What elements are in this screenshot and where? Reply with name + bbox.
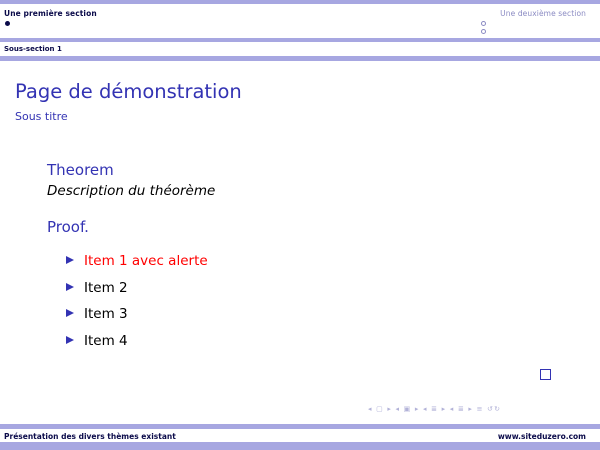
triangle-bullet-icon bbox=[66, 283, 74, 291]
list-item: Item 1 avec alerte bbox=[66, 253, 208, 269]
subsection-divider bbox=[0, 56, 600, 61]
section-2-bullet-hollow[interactable] bbox=[481, 21, 486, 26]
theorem-title: Theorem bbox=[47, 161, 114, 179]
qed-square-icon bbox=[540, 369, 551, 380]
list-item-label: Item 4 bbox=[84, 333, 128, 349]
section-link-1[interactable]: Une première section bbox=[4, 9, 97, 18]
list-item-label: Item 3 bbox=[84, 306, 128, 322]
triangle-bullet-icon bbox=[66, 256, 74, 264]
triangle-bullet-icon bbox=[66, 336, 74, 344]
section-2-bullet-hollow[interactable] bbox=[481, 29, 486, 34]
proof-title: Proof. bbox=[47, 218, 89, 236]
list-item-label: Item 1 avec alerte bbox=[84, 253, 208, 269]
list-item: Item 2 bbox=[66, 280, 128, 296]
subsection-link[interactable]: Sous-section 1 bbox=[4, 45, 62, 53]
footer-bottom-rule bbox=[0, 442, 600, 450]
section-link-2[interactable]: Une deuxième section bbox=[500, 9, 586, 18]
theorem-body: Description du théorème bbox=[47, 183, 216, 199]
triangle-bullet-icon bbox=[66, 309, 74, 317]
list-item: Item 4 bbox=[66, 333, 128, 349]
list-item-label: Item 2 bbox=[84, 280, 128, 296]
section-1-bullet-filled[interactable] bbox=[5, 21, 10, 26]
frame-title: Page de démonstration bbox=[15, 80, 242, 103]
subsection-bar bbox=[0, 42, 600, 56]
footer-website: www.siteduzero.com bbox=[497, 432, 586, 441]
frame-subtitle: Sous titre bbox=[15, 110, 68, 123]
list-item: Item 3 bbox=[66, 306, 128, 322]
footer-title: Présentation des divers thèmes existant bbox=[4, 432, 176, 441]
navigation-symbols[interactable]: ◂ ▢ ▸ ◂ ▣ ▸ ◂ ≣ ▸ ◂ ≣ ▸ ≡ ↺↻ bbox=[368, 405, 501, 413]
